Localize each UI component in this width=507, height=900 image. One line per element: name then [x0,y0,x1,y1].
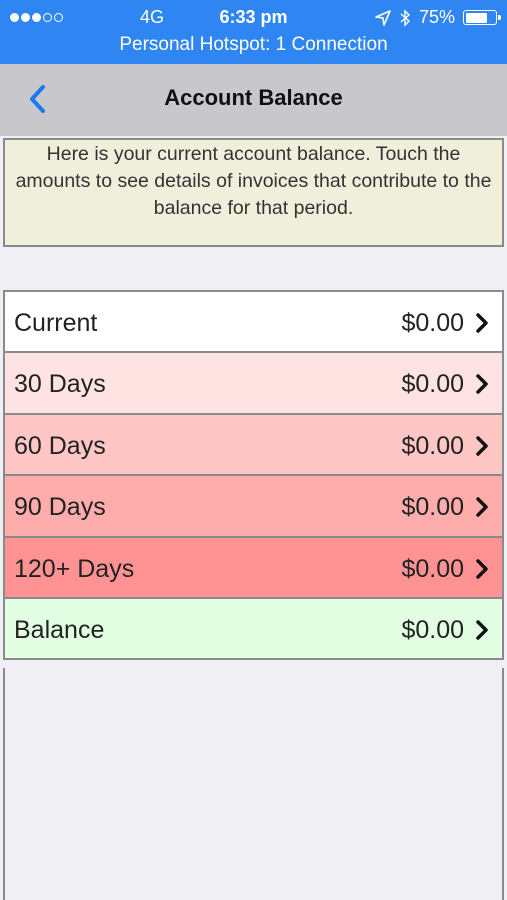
location-icon [375,9,391,26]
row-amount[interactable]: $0.00 [401,555,464,584]
info-message: Here is your current account balance. To… [3,138,504,247]
bluetooth-icon [400,8,410,27]
row-amount[interactable]: $0.00 [401,432,464,461]
row-amount[interactable]: $0.00 [401,616,464,645]
row-120-plus-days[interactable]: 120+ Days $0.00 [3,535,504,599]
status-bar: 4G 6:33 pm 75% Personal Hotspot: 1 Conne… [0,0,507,64]
navigation-bar: Account Balance [0,64,507,136]
row-label: 90 Days [14,493,106,522]
balance-list: Current $0.00 30 Days $0.00 60 Days $0.0… [3,290,504,661]
row-current[interactable]: Current $0.00 [3,290,504,354]
row-balance[interactable]: Balance $0.00 [3,596,504,661]
row-amount[interactable]: $0.00 [401,370,464,399]
row-label: Current [14,309,98,337]
chevron-right-icon [476,497,488,517]
chevron-right-icon [476,620,488,640]
status-row: 4G 6:33 pm 75% [0,4,507,30]
row-90-days[interactable]: 90 Days $0.00 [3,474,504,538]
row-30-days[interactable]: 30 Days $0.00 [3,351,504,415]
status-right-icons: 75% [375,7,501,28]
row-label: Balance [14,615,105,644]
battery-percentage: 75% [418,7,455,27]
chevron-right-icon [476,558,488,579]
chevron-right-icon [476,436,488,456]
row-amount[interactable]: $0.00 [401,309,464,338]
hotspot-banner[interactable]: Personal Hotspot: 1 Connection [0,34,507,56]
empty-content-area [3,668,504,900]
chevron-right-icon [476,313,488,333]
row-label: 30 Days [14,370,106,399]
chevron-right-icon [476,374,488,395]
page-title: Account Balance [164,85,343,110]
battery-fill [465,12,488,23]
battery-icon [463,10,501,25]
row-label: 60 Days [14,431,106,460]
row-label: 120+ Days [14,554,135,583]
row-amount[interactable]: $0.00 [401,493,464,522]
row-60-days[interactable]: 60 Days $0.00 [3,412,504,477]
